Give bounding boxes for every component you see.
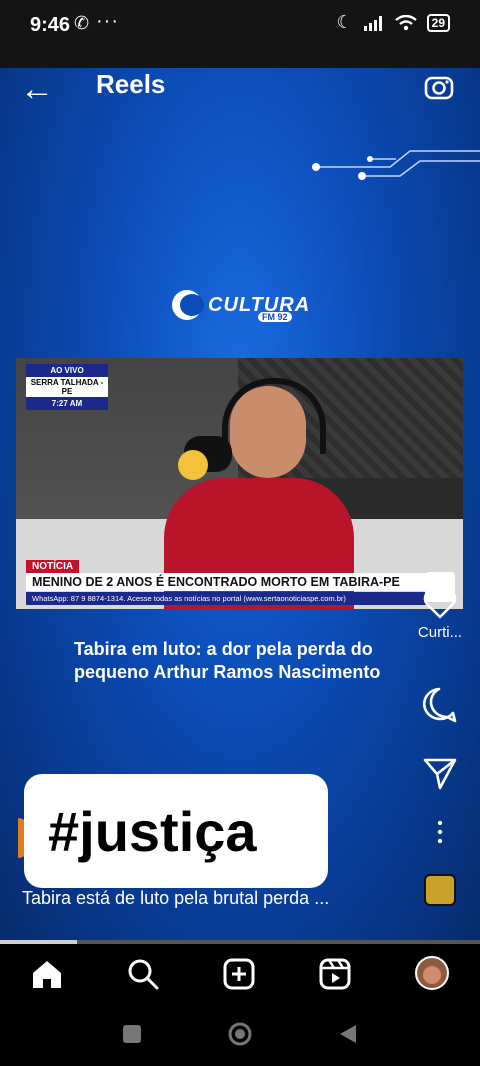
bottom-navigation (0, 944, 480, 1004)
hashtag-text: #justiça (48, 800, 257, 863)
system-navigation (0, 1004, 480, 1066)
logo-sun-icon (172, 290, 204, 320)
heart-icon[interactable] (423, 588, 457, 620)
news-ticker: WhatsApp: 87 9 8874-1314. Acesse todas a… (26, 592, 426, 605)
share-icon[interactable] (422, 756, 458, 790)
avatar-face (423, 966, 441, 984)
page-title: Reels (96, 69, 166, 99)
hashtag-sticker: #justiça (24, 774, 328, 888)
search-icon[interactable] (126, 958, 160, 990)
comment-icon[interactable] (420, 686, 458, 724)
signal-icon (363, 15, 382, 31)
music-icon[interactable] (424, 874, 456, 906)
live-location: SERRA TALHADA - PE (26, 377, 108, 397)
back-arrow-icon[interactable]: ← (20, 70, 54, 109)
status-bar: 9:46 ✆ ··· ☾ 29 (0, 0, 480, 68)
live-badge: AO VIVO SERRA TALHADA - PE 7:27 AM (26, 364, 108, 410)
wifi-icon (394, 14, 417, 30)
moon-icon: ☾ (336, 12, 353, 32)
home-icon[interactable] (30, 958, 64, 990)
profile-avatar[interactable] (415, 956, 449, 990)
reel-viewer[interactable]: ← Reels CULTURA FM 92 AO VIVO SERRA TALH… (0, 68, 480, 940)
reels-icon[interactable] (318, 958, 352, 990)
back-triangle-icon[interactable] (338, 1024, 358, 1044)
recents-icon[interactable] (122, 1024, 142, 1044)
news-tag: NOTÍCIA (26, 560, 80, 573)
logo-sub: FM 92 (258, 312, 292, 322)
news-headline: MENINO DE 2 ANOS É ENCONTRADO MORTO EM T… (26, 573, 426, 591)
like-button[interactable]: Curti... (410, 588, 470, 641)
circuit-decoration (312, 150, 480, 180)
live-time: 7:27 AM (26, 397, 108, 410)
add-icon[interactable] (222, 958, 256, 990)
like-label: Curti... (417, 624, 463, 641)
more-icon[interactable] (430, 820, 450, 844)
video-frame[interactable]: AO VIVO SERRA TALHADA - PE 7:27 AM NOTÍC… (16, 358, 463, 609)
more-notifications-icon: ··· (96, 10, 119, 32)
video-caption-title: Tabira em luto: a dor pela perda do pequ… (74, 639, 381, 682)
status-time: 9:46 (30, 14, 71, 36)
live-label: AO VIVO (26, 364, 108, 377)
battery-indicator: 29 (426, 13, 450, 32)
microphone-ring (178, 450, 208, 480)
camera-icon[interactable] (424, 72, 454, 100)
whatsapp-icon: ✆ (74, 13, 90, 33)
home-circle-icon[interactable] (227, 1021, 253, 1047)
station-logo: CULTURA FM 92 (172, 290, 310, 322)
reel-description[interactable]: Tabira está de luto pela brutal perda ..… (22, 888, 329, 909)
